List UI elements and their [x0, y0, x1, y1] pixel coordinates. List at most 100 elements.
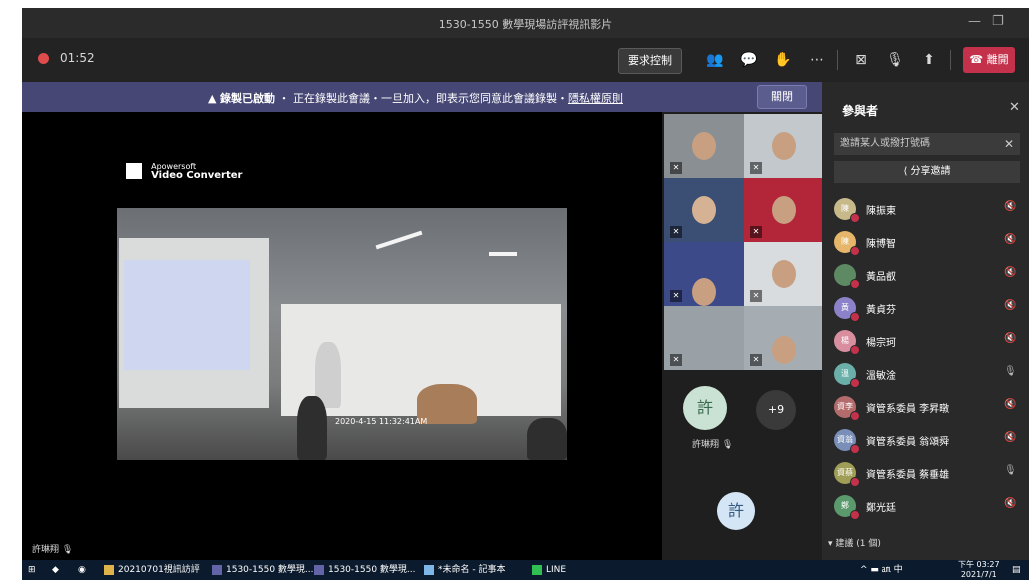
- participant-video-tile[interactable]: ✕: [664, 242, 744, 306]
- taskbar-item[interactable]: 20210701視訊訪評: [104, 563, 200, 577]
- participant-name: 陳振東: [866, 206, 896, 217]
- toolbar-divider: [950, 50, 951, 70]
- teams-icon: [314, 564, 324, 575]
- recording-dot-icon: [38, 53, 49, 64]
- participant-video-tile[interactable]: ✕: [744, 306, 824, 370]
- maximize-button[interactable]: ❐: [992, 14, 1004, 29]
- participant-name: 黃品叡: [866, 272, 896, 283]
- request-control-button[interactable]: 要求控制: [618, 48, 682, 74]
- participant-video-tile[interactable]: ✕: [744, 242, 824, 306]
- line-icon: [532, 564, 542, 575]
- window-title: 1530-1550 數學現場訪評視訊影片: [438, 18, 613, 31]
- projected-slide: [124, 260, 250, 370]
- participant-video-tile[interactable]: ✕: [664, 306, 744, 370]
- share-invite-button[interactable]: ⟨ 分享邀請: [834, 161, 1020, 183]
- participant-video-tile[interactable]: ✕: [744, 178, 824, 242]
- participant-row[interactable]: 鄭鄭光廷 🔇: [822, 491, 1029, 521]
- taskbar-clock[interactable]: 下午 03:27 2021/7/1: [958, 560, 1000, 580]
- participant-video-tile[interactable]: ✕: [664, 178, 744, 242]
- recording-notice-text: ・ 正在錄製此會議・一旦加入，即表示您同意此會議錄製・: [278, 92, 568, 105]
- timestamp-ampm: AM: [414, 417, 428, 426]
- status-dot-icon: [850, 279, 860, 289]
- mic-muted-icon: 🔇: [1004, 432, 1017, 443]
- teams-app-icon[interactable]: ◆: [52, 563, 59, 577]
- minimize-button[interactable]: —: [968, 14, 981, 29]
- clear-icon[interactable]: ✕: [1004, 133, 1014, 155]
- more-icon[interactable]: ⋯: [804, 47, 830, 73]
- participant-face: [772, 196, 796, 224]
- taskbar-item[interactable]: LINE: [532, 563, 566, 577]
- recording-banner: ▲ 錄製已啟動 ・ 正在錄製此會議・一旦加入，即表示您同意此會議錄製・隱私權原則…: [22, 82, 822, 112]
- participant-row[interactable]: 陳陳振東 🔇: [822, 194, 1029, 224]
- timestamp-main: 2020-4-15 11:32:41: [335, 417, 415, 426]
- participant-row[interactable]: 黃品叡 🔇: [822, 260, 1029, 290]
- people-icon[interactable]: 👥: [702, 47, 728, 73]
- reactions-icon[interactable]: ✋: [770, 47, 796, 73]
- taskbar-item[interactable]: *未命名 - 記事本: [424, 563, 505, 577]
- taskbar-item[interactable]: 1530-1550 數學現...: [212, 563, 314, 577]
- mic-muted-icon: 🔇: [1004, 399, 1017, 410]
- mic-off-icon[interactable]: 🎙: [882, 47, 908, 73]
- leave-button[interactable]: ☎ 離開: [963, 47, 1015, 73]
- apowersoft-logo-icon: [126, 162, 142, 179]
- camera-off-icon[interactable]: ⊠: [848, 47, 874, 73]
- folder-icon: [104, 564, 114, 575]
- participant-avatar[interactable]: 許: [683, 386, 727, 430]
- share-tray-icon[interactable]: ⬆: [916, 47, 942, 73]
- student: [527, 418, 567, 460]
- watermark-product: Video Converter: [151, 169, 243, 181]
- participant-face: [692, 196, 716, 224]
- status-dot-icon: [850, 246, 860, 256]
- mic-off-icon: ✕: [670, 290, 682, 302]
- mic-off-icon: ✕: [750, 162, 762, 174]
- participant-row[interactable]: 黃黃貞芬 🔇: [822, 293, 1029, 323]
- mic-off-icon: ✕: [750, 354, 762, 366]
- notification-icon[interactable]: ▤: [1012, 563, 1021, 577]
- participant-row[interactable]: 溫溫敏淦 🎙: [822, 359, 1029, 389]
- close-icon[interactable]: ✕: [1009, 100, 1020, 115]
- mic-muted-icon: 🔇: [1004, 234, 1017, 245]
- participant-face: [692, 278, 716, 306]
- participant-name: 資管系委員 翁頌舜: [866, 437, 950, 448]
- participant-name: 溫敏淦: [866, 371, 896, 382]
- mic-muted-icon: 🔇: [1004, 300, 1017, 311]
- participants-panel: 參與者 ✕ 邀請某人或撥打號碼 ✕ ⟨ 分享邀請 陳陳振東 🔇 陳陳博智 🔇 黃品叡 🔇 黃黃…: [822, 82, 1029, 560]
- chrome-icon[interactable]: ◉: [78, 563, 86, 577]
- participant-video-tile[interactable]: ✕: [744, 114, 824, 178]
- student: [297, 396, 327, 460]
- more-participants-button[interactable]: +9: [756, 390, 796, 430]
- participant-row[interactable]: 資翁 資管系委員 翁頌舜 🔇: [822, 425, 1029, 455]
- mic-off-icon: ✕: [670, 226, 682, 238]
- start-icon[interactable]: ⊞: [28, 563, 36, 577]
- status-dot-icon: [850, 510, 860, 520]
- mic-off-icon: ✕: [750, 290, 762, 302]
- self-avatar[interactable]: 許: [717, 492, 755, 530]
- participant-row[interactable]: 楊楊宗珂 🔇: [822, 326, 1029, 356]
- status-dot-icon: [850, 378, 860, 388]
- banner-close-button[interactable]: 關閉: [757, 85, 807, 109]
- teams-window: 1530-1550 數學現場訪評視訊影片 — ❐ 01:52 要求控制 👥 💬 …: [22, 8, 1029, 580]
- toolbar-divider: [837, 50, 838, 70]
- participant-name: 陳博智: [866, 239, 896, 250]
- ceiling-light: [489, 252, 517, 256]
- participant-name: 楊宗珂: [866, 338, 896, 349]
- ceiling-light: [375, 230, 423, 250]
- privacy-link[interactable]: 隱私權原則: [568, 92, 623, 105]
- mic-off-icon: ✕: [670, 354, 682, 366]
- participant-video-tile[interactable]: ✕: [664, 114, 744, 178]
- invite-input[interactable]: 邀請某人或撥打號碼 ✕: [834, 133, 1020, 155]
- title-bar: 1530-1550 數學現場訪評視訊影片 — ❐: [22, 8, 1029, 38]
- mic-on-icon: 🎙: [1004, 366, 1017, 377]
- video-converter-watermark: Apowersoft Video Converter: [126, 160, 242, 180]
- participant-face: [692, 132, 716, 160]
- taskbar-item[interactable]: 1530-1550 數學現...: [314, 563, 416, 577]
- system-tray[interactable]: ^ ▬ ㏂ 中: [860, 563, 903, 577]
- status-dot-icon: [850, 411, 860, 421]
- suggested-header[interactable]: ▾ 建議 (1 個): [828, 536, 881, 549]
- chat-icon[interactable]: 💬: [736, 47, 762, 73]
- status-dot-icon: [850, 444, 860, 454]
- participant-row[interactable]: 資李 資管系委員 李昇暾 🔇: [822, 392, 1029, 422]
- participant-row[interactable]: 資蔡 資管系委員 蔡垂雄 🎙: [822, 458, 1029, 488]
- windows-taskbar: ⊞ ◆ ◉ 20210701視訊訪評 1530-1550 數學現... 1530…: [22, 560, 1029, 580]
- participant-row[interactable]: 陳陳博智 🔇: [822, 227, 1029, 257]
